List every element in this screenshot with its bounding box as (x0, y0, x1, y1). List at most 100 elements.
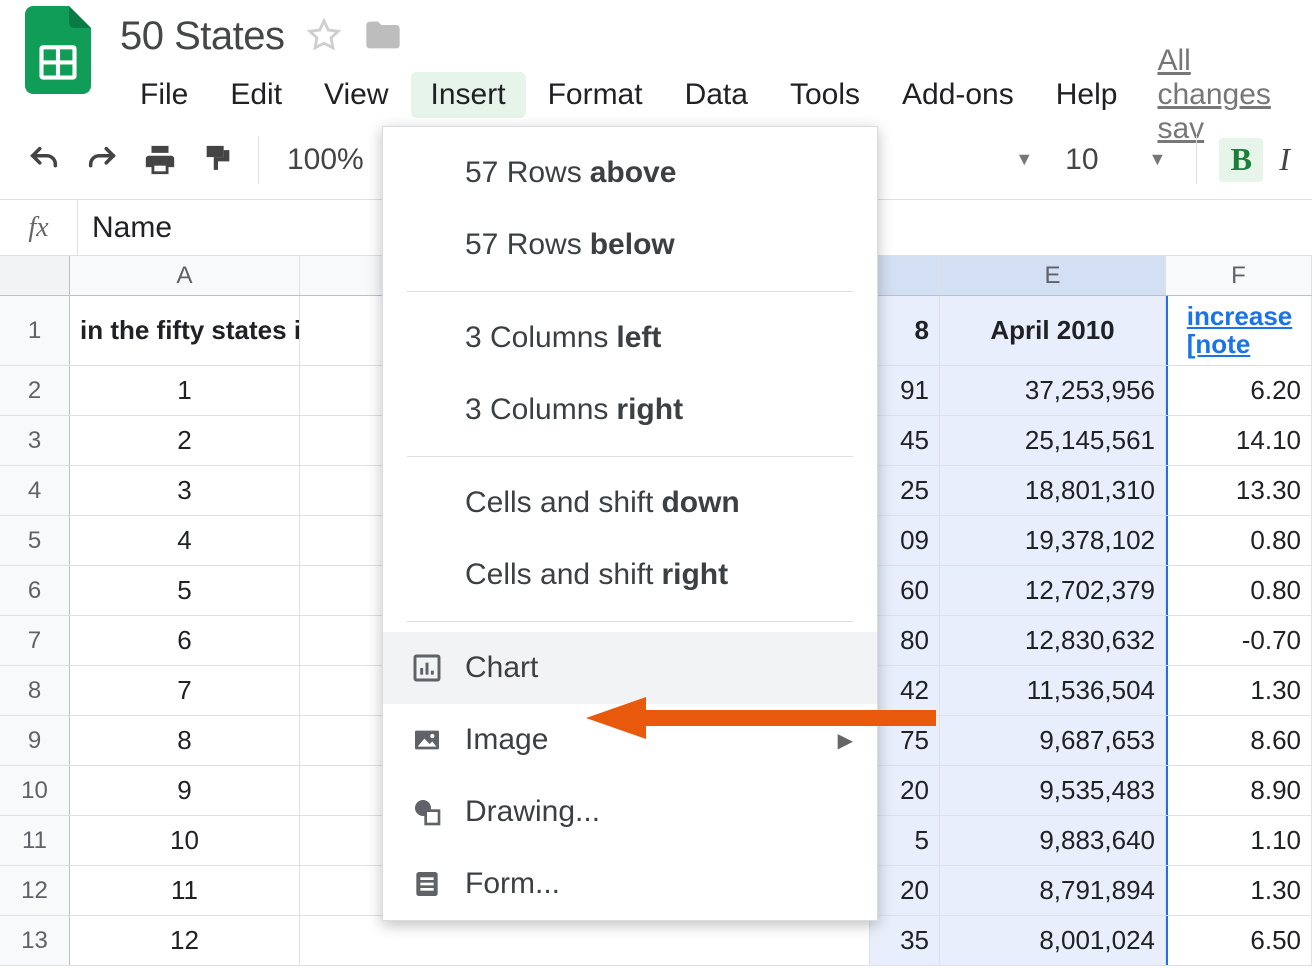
insert-cells-down[interactable]: Cells and shiftdown (383, 467, 877, 539)
folder-icon[interactable] (363, 18, 403, 55)
cell-E[interactable]: 25,145,561 (940, 416, 1166, 465)
insert-rows-below[interactable]: 57 Rowsbelow (383, 209, 877, 281)
cell-E[interactable]: 37,253,956 (940, 366, 1166, 415)
col-header-A[interactable]: A (70, 256, 300, 295)
menu-addons[interactable]: Add-ons (882, 72, 1034, 118)
insert-form[interactable]: Form... (383, 848, 877, 920)
cell-D[interactable]: 35 (870, 916, 940, 965)
cell-F[interactable]: 13.30 (1166, 466, 1312, 515)
cell-F[interactable]: 8.60 (1166, 716, 1312, 765)
row-number[interactable]: 4 (0, 466, 70, 515)
row-number[interactable]: 13 (0, 916, 70, 965)
row-number[interactable]: 1 (0, 296, 70, 365)
star-icon[interactable] (307, 18, 341, 55)
insert-cols-right[interactable]: 3 Columnsright (383, 374, 877, 446)
cell-E1[interactable]: April 2010 (940, 296, 1166, 365)
row-number[interactable]: 2 (0, 366, 70, 415)
cell-D[interactable]: 5 (870, 816, 940, 865)
cell-A[interactable]: 10 (70, 816, 300, 865)
cell-A1[interactable]: in the fifty states in sta (70, 296, 300, 365)
cell-D[interactable]: 91 (870, 366, 940, 415)
cell-E[interactable]: 9,687,653 (940, 716, 1166, 765)
cell-E[interactable]: 18,801,310 (940, 466, 1166, 515)
cell-F1[interactable]: increase [note (1166, 296, 1312, 365)
cell-D[interactable]: 09 (870, 516, 940, 565)
cell-D[interactable]: 20 (870, 866, 940, 915)
cell-A[interactable]: 4 (70, 516, 300, 565)
cell-E[interactable]: 9,535,483 (940, 766, 1166, 815)
cell-D[interactable]: 60 (870, 566, 940, 615)
row-number[interactable]: 12 (0, 866, 70, 915)
cell-A[interactable]: 9 (70, 766, 300, 815)
cell-E[interactable]: 12,830,632 (940, 616, 1166, 665)
cell-F[interactable]: 1.30 (1166, 866, 1312, 915)
col-header-F[interactable]: F (1166, 256, 1312, 295)
cell-D1[interactable]: 8 (870, 296, 940, 365)
menu-help[interactable]: Help (1036, 72, 1138, 118)
cell-F[interactable]: 0.80 (1166, 516, 1312, 565)
cell-E[interactable]: 8,791,894 (940, 866, 1166, 915)
sheets-logo[interactable] (24, 6, 92, 94)
cell-A[interactable]: 11 (70, 866, 300, 915)
font-family-dropdown[interactable]: ▼ (1007, 149, 1041, 170)
paint-format-button[interactable] (194, 136, 242, 184)
font-size-dropdown[interactable]: 10 ▼ (1057, 143, 1174, 177)
row-number[interactable]: 9 (0, 716, 70, 765)
row-number[interactable]: 8 (0, 666, 70, 715)
menu-insert[interactable]: Insert (411, 72, 526, 118)
cell-A[interactable]: 6 (70, 616, 300, 665)
col-header-E[interactable]: E (940, 256, 1166, 295)
cell-E[interactable]: 12,702,379 (940, 566, 1166, 615)
menu-data[interactable]: Data (665, 72, 768, 118)
insert-drawing[interactable]: Drawing... (383, 776, 877, 848)
insert-chart[interactable]: Chart (383, 632, 877, 704)
cell-A[interactable]: 7 (70, 666, 300, 715)
cell-gap[interactable] (300, 916, 870, 965)
cell-F[interactable]: 1.10 (1166, 816, 1312, 865)
cell-E[interactable]: 19,378,102 (940, 516, 1166, 565)
insert-cols-left[interactable]: 3 Columnsleft (383, 302, 877, 374)
cell-E[interactable]: 9,883,640 (940, 816, 1166, 865)
menu-tools[interactable]: Tools (770, 72, 880, 118)
cell-F[interactable]: 8.90 (1166, 766, 1312, 815)
cell-D[interactable]: 20 (870, 766, 940, 815)
col-header-D[interactable] (870, 256, 940, 295)
cell-F[interactable]: 0.80 (1166, 566, 1312, 615)
cell-D[interactable]: 80 (870, 616, 940, 665)
select-all-corner[interactable] (0, 256, 70, 295)
cell-A[interactable]: 12 (70, 916, 300, 965)
cell-A[interactable]: 2 (70, 416, 300, 465)
row-number[interactable]: 7 (0, 616, 70, 665)
cell-F[interactable]: 1.30 (1166, 666, 1312, 715)
menu-view[interactable]: View (304, 72, 408, 118)
cell-E[interactable]: 8,001,024 (940, 916, 1166, 965)
menu-file[interactable]: File (120, 72, 208, 118)
row-number[interactable]: 6 (0, 566, 70, 615)
doc-title[interactable]: 50 States (120, 14, 285, 59)
menu-format[interactable]: Format (528, 72, 663, 118)
cell-D[interactable]: 25 (870, 466, 940, 515)
cell-F[interactable]: -0.70 (1166, 616, 1312, 665)
cell-D[interactable]: 45 (870, 416, 940, 465)
insert-image[interactable]: Image ▶ (383, 704, 877, 776)
cell-A[interactable]: 1 (70, 366, 300, 415)
print-button[interactable] (136, 136, 184, 184)
redo-button[interactable] (78, 136, 126, 184)
cell-F[interactable]: 6.50 (1166, 916, 1312, 965)
zoom-dropdown[interactable]: 100% (275, 143, 376, 177)
row-number[interactable]: 5 (0, 516, 70, 565)
insert-cells-right[interactable]: Cells and shiftright (383, 539, 877, 611)
cell-A[interactable]: 3 (70, 466, 300, 515)
cell-F[interactable]: 6.20 (1166, 366, 1312, 415)
row-number[interactable]: 11 (0, 816, 70, 865)
cell-E[interactable]: 11,536,504 (940, 666, 1166, 715)
undo-button[interactable] (20, 136, 68, 184)
cell-D[interactable]: 42 (870, 666, 940, 715)
cell-D[interactable]: 75 (870, 716, 940, 765)
menu-edit[interactable]: Edit (210, 72, 302, 118)
insert-rows-above[interactable]: 57 Rowsabove (383, 137, 877, 209)
cell-A[interactable]: 8 (70, 716, 300, 765)
row-number[interactable]: 3 (0, 416, 70, 465)
italic-button[interactable]: I (1279, 141, 1290, 178)
cell-A[interactable]: 5 (70, 566, 300, 615)
